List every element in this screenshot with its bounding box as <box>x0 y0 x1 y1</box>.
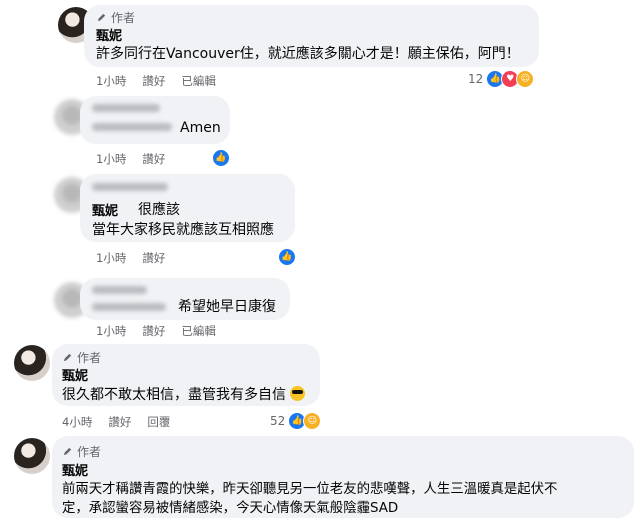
reaction-summary[interactable]: 12 👍 ♥ ☺ <box>466 69 537 89</box>
blurred-name <box>92 123 172 131</box>
comment-meta: 4小時 讚好 回覆 <box>62 414 170 430</box>
blurred-name <box>92 303 166 311</box>
comment-meta: 1小時 讚好 已編輯 <box>96 73 216 89</box>
reaction-count: 52 <box>270 414 286 428</box>
timestamp[interactable]: 1小時 <box>96 323 126 339</box>
author-badge: 作者 <box>96 9 135 26</box>
comment-meta: 1小時 讚好 <box>96 151 165 167</box>
comment-text: 很久都不敢太相信，盡管我有多自信 <box>62 384 306 404</box>
comment-meta: 1小時 讚好 已編輯 <box>96 323 216 339</box>
pencil-icon <box>63 353 72 362</box>
like-button[interactable]: 讚好 <box>108 414 131 430</box>
comment-text: 許多同行在Vancouver住，就近應該多關心才是！願主保佑，阿門！ <box>96 46 520 62</box>
like-button[interactable]: 讚好 <box>142 73 165 89</box>
author-tag: 作者 <box>77 445 102 459</box>
author-tag: 作者 <box>111 11 136 25</box>
comment-text: 前兩天才稱讚青霞的快樂，昨天卻聽見另一位老友的悲嘆聲，人生三溫暖真是起伏不 <box>62 482 558 497</box>
blurred-name <box>92 183 168 191</box>
thumbs-up-icon: 👍 <box>212 149 230 167</box>
care-icon: ☺ <box>303 412 322 430</box>
reaction-count: 12 <box>468 72 484 86</box>
like-button[interactable]: 讚好 <box>142 250 165 266</box>
commenter-name[interactable]: 甄妮 <box>96 25 122 44</box>
reply-button[interactable]: 回覆 <box>147 414 170 430</box>
pencil-icon <box>97 13 106 22</box>
reaction-summary[interactable]: 👍 <box>276 247 298 267</box>
comment-text: 希望她早日康復 <box>178 299 276 315</box>
pencil-icon <box>63 447 72 456</box>
avatar[interactable] <box>14 345 50 381</box>
comment-meta: 1小時 讚好 <box>96 250 165 266</box>
like-button[interactable]: 讚好 <box>142 151 165 167</box>
avatar[interactable] <box>14 438 50 474</box>
comment-text: 定，承認蠻容易被情緒感染，今天心情像天氣般陰霾SAD <box>62 501 399 516</box>
comment-text: 當年大家移民就應該互相照應 <box>92 222 274 238</box>
author-badge: 作者 <box>62 443 101 460</box>
sunglasses-emoji-icon <box>290 386 306 401</box>
comment-text: 很應該 <box>138 202 180 218</box>
author-badge: 作者 <box>62 349 101 366</box>
care-icon: ☺ <box>516 70 535 88</box>
edited-label[interactable]: 已編輯 <box>181 323 216 339</box>
commenter-name[interactable]: 甄妮 <box>92 200 118 219</box>
timestamp[interactable]: 1小時 <box>96 250 126 266</box>
timestamp[interactable]: 4小時 <box>62 414 92 430</box>
commenter-name[interactable]: 甄妮 <box>62 365 88 384</box>
reaction-summary[interactable]: 52 👍 ☺ <box>268 411 324 431</box>
author-tag: 作者 <box>77 351 102 365</box>
comment-text: Amen <box>180 120 221 136</box>
like-button[interactable]: 讚好 <box>142 323 165 339</box>
blurred-name <box>92 286 147 294</box>
reaction-summary[interactable]: 👍 <box>210 148 232 168</box>
thumbs-up-icon: 👍 <box>278 248 296 266</box>
blurred-name <box>92 104 160 112</box>
timestamp[interactable]: 1小時 <box>96 151 126 167</box>
timestamp[interactable]: 1小時 <box>96 73 126 89</box>
edited-label[interactable]: 已編輯 <box>181 73 216 89</box>
